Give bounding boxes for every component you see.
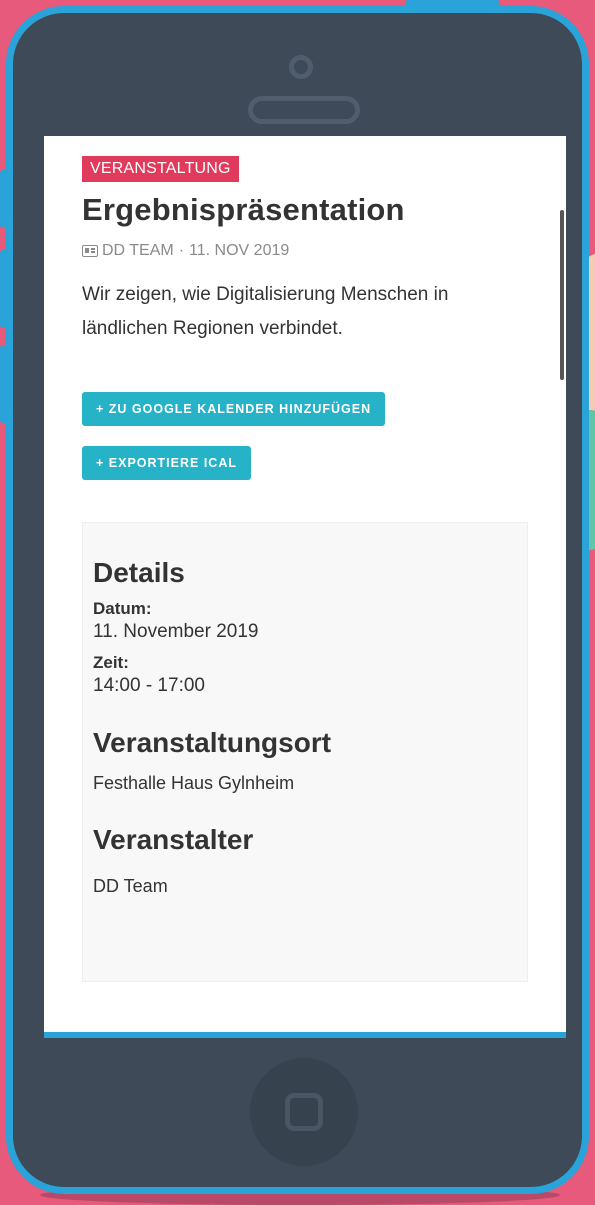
- category-badge[interactable]: VERANSTALTUNG: [82, 156, 239, 182]
- event-title: Ergebnispräsentation: [82, 192, 405, 227]
- organizer-value: DD Team: [93, 876, 168, 896]
- date-value: 11. November 2019: [93, 621, 259, 642]
- event-content: VERANSTALTUNG Ergebnispräsentation DD TE…: [82, 136, 528, 982]
- details-heading: Details: [93, 557, 185, 588]
- organizer-heading: Veranstalter: [93, 824, 254, 855]
- meta-organizer[interactable]: DD TEAM: [102, 242, 174, 260]
- home-icon: [285, 1093, 323, 1131]
- contact-card-icon: [82, 245, 98, 257]
- screen-bottom-edge: [44, 1032, 566, 1038]
- add-to-google-calendar-button[interactable]: + ZU GOOGLE KALENDER HINZUFÜGEN: [82, 392, 386, 426]
- date-label: Datum:: [93, 599, 152, 618]
- venue-value: Festhalle Haus Gylnheim: [93, 773, 295, 793]
- venue-heading: Veranstaltungsort: [93, 727, 332, 758]
- device-scene: VERANSTALTUNG Ergebnispräsentation DD TE…: [0, 0, 595, 1205]
- scrollbar[interactable]: [560, 210, 564, 380]
- time-value: 14:00 - 17:00: [93, 675, 205, 696]
- event-meta: DD TEAM · 11. NOV 2019: [82, 242, 528, 260]
- phone-screen[interactable]: VERANSTALTUNG Ergebnispräsentation DD TE…: [44, 136, 566, 1034]
- details-panel: Details Datum: 11. November 2019 Zeit: 1…: [82, 522, 528, 982]
- meta-date: 11. NOV 2019: [189, 242, 290, 259]
- time-label: Zeit:: [93, 653, 129, 672]
- event-description: Wir zeigen, wie Digitalisierung Menschen…: [82, 284, 449, 339]
- speaker-grille: [248, 96, 360, 124]
- meta-separator: ·: [178, 242, 185, 259]
- home-button[interactable]: [250, 1058, 358, 1166]
- camera-icon: [289, 55, 313, 79]
- export-ical-button[interactable]: + EXPORTIERE ICAL: [82, 446, 251, 480]
